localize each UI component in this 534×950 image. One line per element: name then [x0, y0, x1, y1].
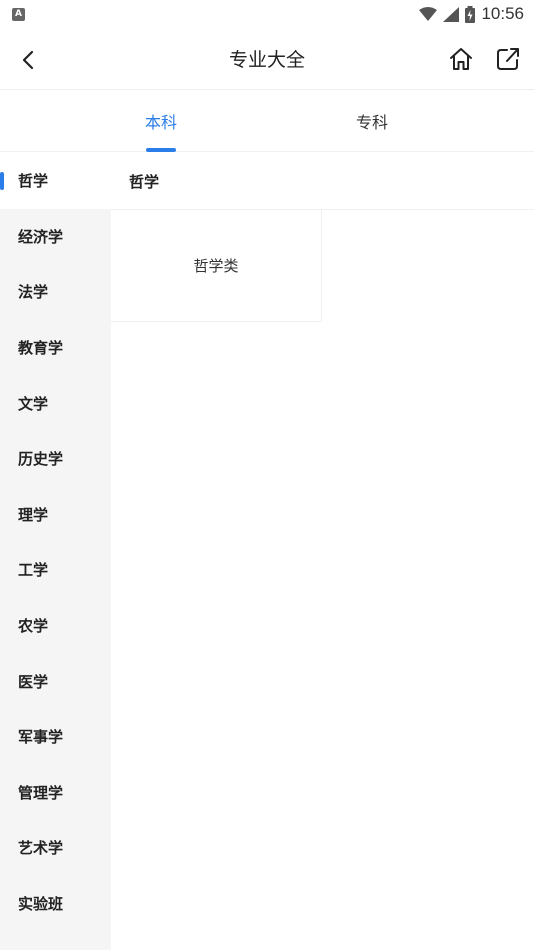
sidebar-item-label: 教育学 — [18, 339, 64, 358]
sidebar-item-philosophy[interactable]: 哲学 — [0, 153, 111, 209]
clock: 10:56 — [481, 4, 524, 23]
sidebar-item-arts[interactable]: 艺术学 — [0, 820, 111, 876]
tab-undergraduate[interactable]: 本科 — [101, 90, 221, 152]
sidebar-item-label: 经济学 — [18, 227, 64, 246]
signal-icon — [443, 6, 460, 22]
sidebar-item-label: 军事学 — [18, 728, 64, 747]
sidebar-item-military[interactable]: 军事学 — [0, 709, 111, 765]
battery-icon — [465, 5, 476, 23]
sidebar-item-education[interactable]: 教育学 — [0, 320, 111, 376]
share-button[interactable] — [493, 44, 523, 74]
sidebar-active-marker — [0, 172, 4, 190]
sidebar-item-science[interactable]: 理学 — [0, 487, 111, 543]
sidebar-item-label: 医学 — [18, 672, 49, 691]
sidebar-item-experimental-class[interactable]: 实验班 — [0, 876, 111, 932]
home-button[interactable] — [446, 44, 476, 74]
sidebar-item-history[interactable]: 历史学 — [0, 431, 111, 487]
chevron-left-icon — [22, 50, 34, 70]
category-grid: 哲学类 — [111, 210, 534, 322]
back-button[interactable] — [14, 46, 42, 74]
tab-label: 专科 — [355, 113, 388, 132]
sidebar-item-label: 农学 — [18, 617, 49, 636]
section-title: 哲学 — [111, 153, 534, 210]
sidebar-item-agriculture[interactable]: 农学 — [0, 598, 111, 654]
wifi-icon — [419, 6, 438, 21]
notification-icon: A — [12, 7, 25, 21]
sidebar-item-management[interactable]: 管理学 — [0, 765, 111, 821]
page-title: 专业大全 — [228, 49, 305, 71]
sidebar-item-literature[interactable]: 文学 — [0, 375, 111, 431]
sidebar-item-economics[interactable]: 经济学 — [0, 209, 111, 265]
sidebar-item-label: 实验班 — [18, 895, 64, 914]
tab-label: 本科 — [144, 113, 177, 132]
status-icons: 10:56 — [419, 4, 524, 24]
tab-active-indicator — [146, 148, 176, 152]
discipline-sidebar: 哲学 经济学 法学 教育学 文学 历史学 理学 工学 农学 医学 军事学 管理学… — [0, 153, 111, 950]
category-item-philosophy[interactable]: 哲学类 — [111, 210, 322, 322]
degree-tabs: 本科 专科 — [0, 90, 534, 152]
app-header: 专业大全 — [0, 28, 534, 90]
category-item-label: 哲学类 — [193, 257, 239, 275]
sidebar-item-label: 管理学 — [18, 783, 64, 802]
sidebar-item-label: 历史学 — [18, 450, 64, 469]
sidebar-item-engineering[interactable]: 工学 — [0, 542, 111, 598]
sidebar-item-label: 工学 — [18, 561, 49, 580]
sidebar-item-label: 法学 — [18, 283, 49, 302]
sidebar-item-medicine[interactable]: 医学 — [0, 653, 111, 709]
status-bar: A 10:56 — [0, 0, 534, 28]
sidebar-item-label: 哲学 — [18, 172, 49, 191]
category-content: 哲学 哲学类 — [111, 153, 534, 950]
sidebar-item-label: 文学 — [18, 394, 49, 413]
home-icon — [450, 48, 472, 70]
share-icon — [497, 48, 519, 70]
tab-junior-college[interactable]: 专科 — [312, 90, 432, 152]
sidebar-item-law[interactable]: 法学 — [0, 264, 111, 320]
sidebar-item-label: 理学 — [18, 505, 49, 524]
sidebar-item-label: 艺术学 — [18, 839, 64, 858]
